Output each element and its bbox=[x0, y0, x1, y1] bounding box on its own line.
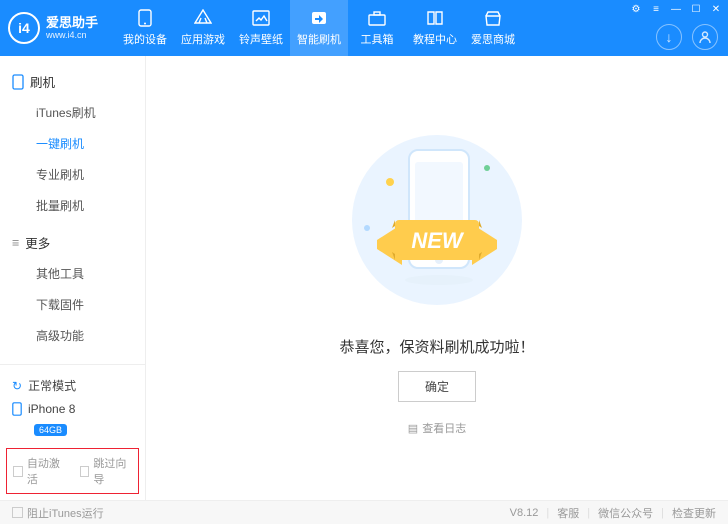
window-controls: ⚙ ≡ — ☐ ✕ bbox=[628, 2, 724, 16]
device-icon bbox=[12, 402, 22, 416]
store-icon bbox=[484, 9, 502, 27]
nav-label: 智能刷机 bbox=[297, 31, 341, 47]
nav-tutorials[interactable]: 教程中心 bbox=[406, 0, 464, 56]
sidebar-section-more[interactable]: ≡ 更多 bbox=[0, 227, 145, 258]
ok-button[interactable]: 确定 bbox=[398, 371, 476, 402]
section-title: 更多 bbox=[25, 233, 50, 252]
book-icon bbox=[426, 9, 444, 27]
nav-label: 工具箱 bbox=[361, 31, 394, 47]
options-highlight-box: 自动激活 跳过向导 bbox=[6, 448, 139, 494]
phone-icon bbox=[136, 9, 154, 27]
maximize-icon[interactable]: ☐ bbox=[688, 2, 704, 16]
top-nav: 我的设备 应用游戏 铃声壁纸 智能刷机 工具箱 教程中心 爱思商城 bbox=[116, 0, 522, 56]
nav-label: 爱思商城 bbox=[471, 31, 515, 47]
wechat-link[interactable]: 微信公众号 bbox=[598, 505, 653, 521]
nav-my-device[interactable]: 我的设备 bbox=[116, 0, 174, 56]
sidebar: 刷机 iTunes刷机 一键刷机 专业刷机 批量刷机 ≡ 更多 其他工具 下载固… bbox=[0, 56, 146, 500]
success-illustration: NEW bbox=[337, 120, 537, 320]
label: 跳过向导 bbox=[93, 455, 132, 487]
nav-label: 应用游戏 bbox=[181, 31, 225, 47]
label: 自动激活 bbox=[27, 455, 66, 487]
label: 阻止iTunes运行 bbox=[27, 505, 104, 521]
brand-title: 爱思助手 bbox=[46, 15, 98, 31]
flash-icon bbox=[310, 9, 328, 27]
check-update-link[interactable]: 检查更新 bbox=[672, 505, 716, 521]
more-icon: ≡ bbox=[12, 236, 19, 250]
status-device: iPhone 8 bbox=[12, 398, 133, 420]
menu-icon[interactable]: ≡ bbox=[648, 2, 664, 16]
log-icon: ▤ bbox=[408, 422, 418, 435]
success-message: 恭喜您，保资料刷机成功啦！ bbox=[337, 336, 537, 357]
download-button[interactable]: ↓ bbox=[656, 24, 682, 50]
footer: 阻止iTunes运行 V8.12 | 客服 | 微信公众号 | 检查更新 bbox=[0, 500, 728, 524]
device-label: iPhone 8 bbox=[28, 402, 75, 416]
refresh-icon: ↻ bbox=[12, 379, 22, 393]
close-icon[interactable]: ✕ bbox=[708, 2, 724, 16]
label: 查看日志 bbox=[422, 420, 466, 436]
user-button[interactable] bbox=[692, 24, 718, 50]
nav-smart-flash[interactable]: 智能刷机 bbox=[290, 0, 348, 56]
sidebar-item-oneclick-flash[interactable]: 一键刷机 bbox=[0, 128, 145, 159]
auto-activate-checkbox[interactable]: 自动激活 bbox=[13, 455, 66, 487]
nav-ringtones[interactable]: 铃声壁纸 bbox=[232, 0, 290, 56]
svg-text:NEW: NEW bbox=[411, 228, 465, 253]
nav-toolbox[interactable]: 工具箱 bbox=[348, 0, 406, 56]
apps-icon bbox=[194, 9, 212, 27]
brand-subtitle: www.i4.cn bbox=[46, 30, 98, 41]
nav-label: 教程中心 bbox=[413, 31, 457, 47]
wallpaper-icon bbox=[252, 9, 270, 27]
view-log-link[interactable]: ▤ 查看日志 bbox=[337, 420, 537, 436]
storage-badge: 64GB bbox=[34, 424, 67, 436]
nav-apps-games[interactable]: 应用游戏 bbox=[174, 0, 232, 56]
header-right-buttons: ↓ bbox=[656, 24, 718, 50]
sidebar-item-other-tools[interactable]: 其他工具 bbox=[0, 258, 145, 289]
logo-area: i4 爱思助手 www.i4.cn bbox=[8, 12, 98, 44]
nav-label: 我的设备 bbox=[123, 31, 167, 47]
sidebar-status: ↻ 正常模式 iPhone 8 64GB bbox=[0, 364, 145, 444]
version-label: V8.12 bbox=[510, 507, 539, 519]
main-content: NEW 恭喜您，保资料刷机成功啦！ 确定 ▤ 查看日志 bbox=[146, 56, 728, 500]
settings-icon[interactable]: ⚙ bbox=[628, 2, 644, 16]
phone-icon bbox=[12, 74, 24, 90]
sidebar-item-pro-flash[interactable]: 专业刷机 bbox=[0, 159, 145, 190]
nav-label: 铃声壁纸 bbox=[239, 31, 283, 47]
logo-icon: i4 bbox=[8, 12, 40, 44]
skip-guide-checkbox[interactable]: 跳过向导 bbox=[80, 455, 133, 487]
sidebar-item-advanced[interactable]: 高级功能 bbox=[0, 320, 145, 351]
sidebar-section-flash[interactable]: 刷机 bbox=[0, 66, 145, 97]
status-mode: ↻ 正常模式 bbox=[12, 373, 133, 398]
support-link[interactable]: 客服 bbox=[557, 505, 579, 521]
section-title: 刷机 bbox=[30, 72, 55, 91]
sidebar-item-download-firmware[interactable]: 下载固件 bbox=[0, 289, 145, 320]
sidebar-item-batch-flash[interactable]: 批量刷机 bbox=[0, 190, 145, 221]
minimize-icon[interactable]: — bbox=[668, 2, 684, 16]
mode-label: 正常模式 bbox=[28, 377, 76, 394]
toolbox-icon bbox=[368, 9, 386, 27]
nav-store[interactable]: 爱思商城 bbox=[464, 0, 522, 56]
header: i4 爱思助手 www.i4.cn 我的设备 应用游戏 铃声壁纸 智能刷机 工具… bbox=[0, 0, 728, 56]
sidebar-item-itunes-flash[interactable]: iTunes刷机 bbox=[0, 97, 145, 128]
block-itunes-checkbox[interactable]: 阻止iTunes运行 bbox=[12, 505, 104, 521]
